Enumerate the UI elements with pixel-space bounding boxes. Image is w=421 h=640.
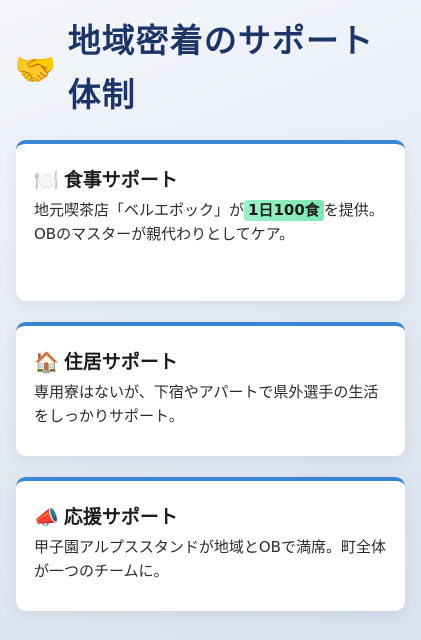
plate-cutlery-icon: 🍽️ [34,168,59,192]
card-description: 地元喫茶店「ベルエポック」が 1日100食 を提供。OBのマスターが親代わりとしてケ… [34,198,387,246]
handshake-icon: 🤝 [14,50,57,90]
card-description: 専用寮はないが、下宿やアパートで県外選手の生活をしっかりサポート。 [34,383,379,425]
page-title-line2: 体制 [68,75,136,114]
card-description: 甲子園アルプススタンドが地域とOBで満席。町全体が一つのチームに。 [34,538,386,580]
card-header: 🏠 住居サポート [34,348,387,376]
megaphone-icon: 📣 [34,505,59,529]
card-title: 食事サポート [64,169,179,191]
card-header: 🍽️ 食事サポート [34,166,387,194]
section-header: 🤝 地域密着のサポート 体制 [14,14,414,124]
meal-support-card: 🍽️ 食事サポート 地元喫茶店「ベルエポック」が 1日100食 を提供。OBのマスタ… [16,140,405,301]
card-text-before: 地元喫茶店「ベルエポック」が [34,201,245,219]
card-title: 応援サポート [64,506,179,528]
highlight-badge: 1日100食 [244,200,324,221]
cheering-support-card: 📣 応援サポート 甲子園アルプススタンドが地域とOBで満席。町全体が一つのチーム… [16,477,405,611]
card-header: 📣 応援サポート [34,503,387,531]
page-title-line1: 地域密着のサポート [68,21,374,60]
house-icon: 🏠 [34,350,59,374]
card-title: 住居サポート [64,351,179,373]
page-title: 地域密着のサポート 体制 [68,14,408,122]
housing-support-card: 🏠 住居サポート 専用寮はないが、下宿やアパートで県外選手の生活をしっかりサポー… [16,322,405,456]
